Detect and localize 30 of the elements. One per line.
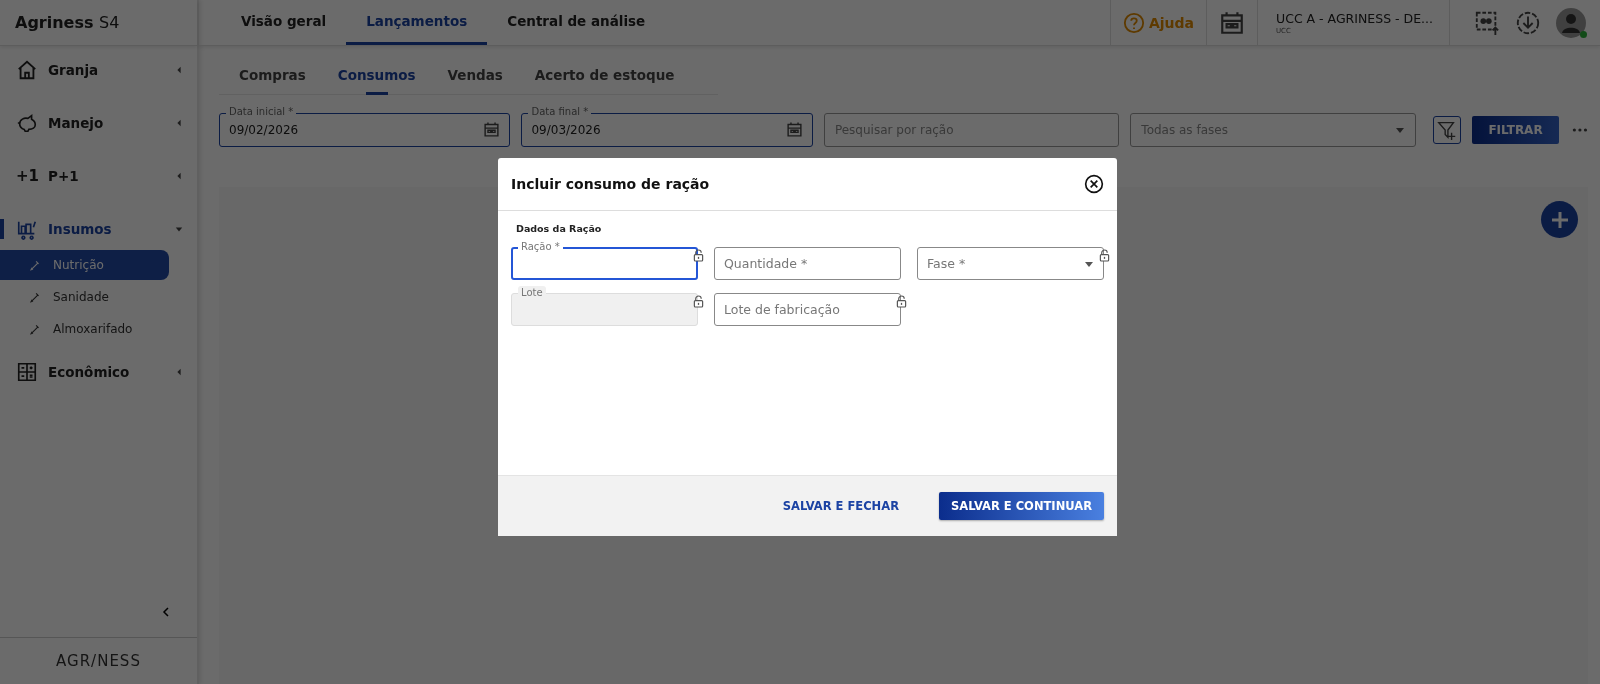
input-field[interactable]: Lote de fabricação [714, 286, 901, 326]
brand-logo: AGR/NESS [56, 652, 141, 670]
select-field[interactable]: Fase * [917, 240, 1104, 280]
input-field[interactable]: Ração * [511, 240, 698, 280]
sub-tab[interactable]: Acerto de estoque [518, 62, 691, 94]
sidebar-item[interactable]: Manejo [0, 105, 197, 141]
date-field[interactable]: Data final * 09/03/2026 [521, 106, 813, 147]
sub-tab[interactable]: Consumos [321, 62, 432, 94]
save-continue-button[interactable]: SALVAR E CONTINUAR [939, 492, 1104, 520]
app-logo: Agriness S4 [15, 13, 120, 32]
sidebar-item[interactable]: Econômico [0, 354, 197, 390]
sidebar-item[interactable]: Insumos [0, 211, 197, 247]
save-close-button[interactable]: SALVAR E FECHAR [776, 498, 905, 514]
section-title: Dados da Ração [515, 223, 603, 234]
sub-tab[interactable]: Compras [223, 62, 322, 94]
input-field[interactable]: Quantidade * [714, 240, 901, 280]
sidebar-subitem[interactable]: Almoxarifado [0, 314, 169, 344]
dialog-title: Incluir consumo de ração [511, 176, 711, 192]
date-field[interactable]: Data inicial * 09/02/2026 [219, 106, 511, 147]
sidebar-subitem[interactable]: Sanidade [0, 282, 169, 312]
nav-tab[interactable]: Lançamentos [346, 0, 488, 45]
filter-button[interactable]: FILTRAR [1471, 116, 1560, 144]
sidebar-subitem[interactable]: Nutrição [0, 250, 169, 280]
sidebar-item[interactable]: +1 P+1 [0, 158, 197, 194]
menu-glyph: +1 [16, 167, 38, 185]
sub-tab[interactable]: Vendas [431, 62, 519, 94]
nav-tab[interactable]: Visão geral [221, 0, 347, 45]
sidebar-item[interactable]: Granja [0, 52, 197, 88]
nav-tab[interactable]: Central de análise [487, 0, 666, 45]
help-link[interactable]: Ajuda [1109, 0, 1206, 45]
